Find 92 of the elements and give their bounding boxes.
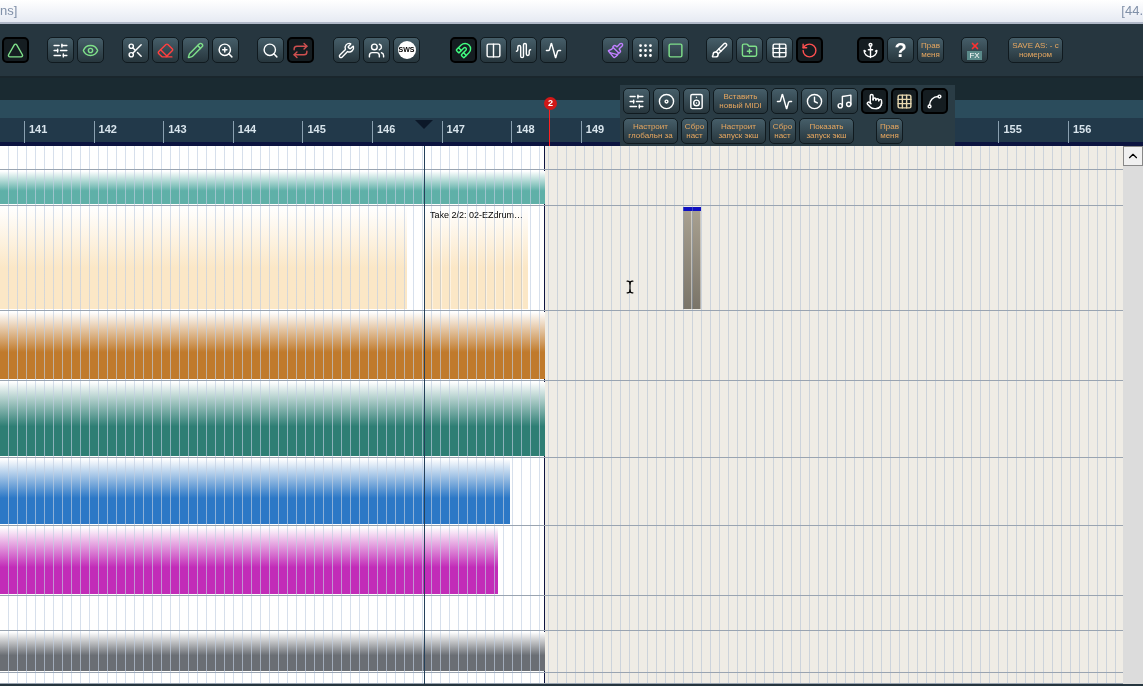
toolbar-button[interactable]	[510, 37, 537, 63]
anchor-icon	[862, 41, 879, 59]
media-item[interactable]	[0, 382, 545, 456]
speaker-icon	[688, 92, 705, 110]
toolbar-button[interactable]	[857, 37, 884, 63]
toolbar-button[interactable]	[480, 37, 507, 63]
sliders-icon	[52, 41, 69, 59]
close-icon	[969, 40, 980, 51]
scroll-up-button[interactable]	[1123, 146, 1143, 166]
toolbar-button[interactable]	[47, 37, 74, 63]
toolbar-button[interactable]	[891, 88, 918, 114]
toolbar-button[interactable]	[801, 88, 828, 114]
window-title: ns]	[0, 2, 18, 21]
toolbar-button[interactable]	[450, 37, 477, 63]
toolbar-button[interactable]	[683, 88, 710, 114]
scissors-icon	[127, 41, 144, 59]
media-item[interactable]	[0, 312, 545, 379]
waveform-icon	[776, 92, 793, 110]
toolbar-button[interactable]	[540, 37, 567, 63]
sliders-icon	[628, 92, 645, 110]
hand-icon	[866, 92, 883, 110]
bar-number: 149	[580, 121, 605, 143]
text-button[interactable]: Вставить новый MIDI	[713, 88, 768, 114]
text-button[interactable]: Прав меня	[876, 118, 903, 144]
waveform-icon	[545, 41, 562, 59]
toolbar-button[interactable]	[212, 37, 239, 63]
bar-number: 145	[302, 121, 326, 143]
zoom-icon	[217, 41, 234, 59]
toolbar-button[interactable]	[653, 88, 680, 114]
toolbar-button[interactable]	[662, 37, 689, 63]
toolbar-button[interactable]	[831, 88, 858, 114]
folder-icon	[741, 41, 758, 59]
window-title: [44.	[1121, 2, 1143, 21]
toolbar-button[interactable]	[623, 88, 650, 114]
text-button[interactable]: Настроит глобальн за	[623, 118, 678, 144]
toolbar-button[interactable]	[706, 37, 733, 63]
fx-button[interactable]: FX	[961, 37, 988, 63]
toolbar-button[interactable]	[122, 37, 149, 63]
toolbar-button[interactable]	[921, 88, 948, 114]
media-item[interactable]: Take 2/2: 02-EZdrum…	[424, 207, 528, 309]
bar-number: 148	[511, 121, 535, 143]
take-label: Take 2/2: 02-EZdrum…	[430, 209, 524, 222]
toolbar-button[interactable]	[766, 37, 793, 63]
playhead-marker	[415, 120, 433, 129]
bar-number: 155	[998, 121, 1022, 143]
bar-number: 143	[163, 121, 187, 143]
toolbar-button[interactable]	[333, 37, 360, 63]
envelope-icon	[926, 92, 943, 110]
bar-number: 146	[372, 121, 396, 143]
text-button[interactable]: Настроит запуск экш	[711, 118, 766, 144]
text-button[interactable]: Сбро наст	[681, 118, 708, 144]
toolbar-button[interactable]	[861, 88, 888, 114]
media-item[interactable]	[683, 207, 701, 309]
eraser-icon	[157, 41, 174, 59]
toolbar-button[interactable]	[77, 37, 104, 63]
note-icon	[836, 92, 853, 110]
dots-grid-icon	[637, 41, 654, 59]
text-button[interactable]: SAVE AS: - с номером	[1008, 37, 1063, 63]
magnet-icon	[455, 41, 472, 59]
paintbrush-icon	[607, 41, 624, 59]
waveform-icon	[515, 41, 532, 59]
toolbar-button[interactable]	[602, 37, 629, 63]
clock-icon	[806, 92, 823, 110]
help-button[interactable]: ?	[887, 37, 914, 63]
text-button[interactable]: Сбро наст	[769, 118, 796, 144]
vertical-scrollbar[interactable]	[1123, 146, 1143, 684]
bar-number: 141	[24, 121, 48, 143]
grid-icon	[896, 92, 913, 110]
search-icon	[262, 41, 279, 59]
text-button[interactable]: Показать запуск экш	[799, 118, 854, 144]
table-icon	[771, 41, 788, 59]
people-icon	[368, 41, 385, 59]
brush-icon	[711, 41, 728, 59]
toolbar-button[interactable]	[736, 37, 763, 63]
toolbar-button[interactable]	[2, 37, 29, 63]
media-item[interactable]	[0, 632, 545, 671]
split-icon	[485, 41, 502, 59]
bar-number: 144	[232, 121, 257, 143]
toolbar-button[interactable]	[363, 37, 390, 63]
bar-number: 156	[1068, 121, 1092, 143]
rotate-icon	[801, 41, 818, 59]
text-button[interactable]: Прав меня	[917, 37, 944, 63]
toolbar-button[interactable]	[632, 37, 659, 63]
wrench-icon	[338, 41, 355, 59]
toolbar-button[interactable]	[257, 37, 284, 63]
loop-icon	[292, 41, 309, 59]
bar-number: 142	[93, 121, 117, 143]
toolbar-button[interactable]	[182, 37, 209, 63]
pencil-icon	[187, 41, 204, 59]
toolbar-button[interactable]	[771, 88, 798, 114]
bar-number: 147	[441, 121, 465, 143]
toolbar-button[interactable]	[796, 37, 823, 63]
